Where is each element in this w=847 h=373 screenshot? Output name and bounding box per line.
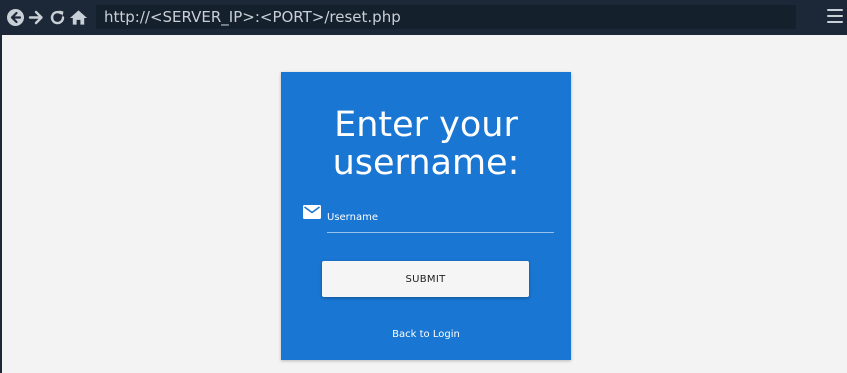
back-to-login-link[interactable]: Back to Login — [281, 329, 571, 340]
title-line-1: Enter your — [334, 105, 518, 145]
menu-icon[interactable] — [827, 9, 843, 25]
reset-card: Enter your username: Username SUBMIT Bac… — [281, 72, 571, 360]
back-icon[interactable] — [6, 8, 25, 27]
url-text: http://<SERVER_IP>:<PORT>/reset.php — [104, 8, 401, 26]
title-line-2: username: — [332, 143, 520, 183]
address-bar[interactable]: http://<SERVER_IP>:<PORT>/reset.php — [96, 5, 796, 29]
username-label: Username — [327, 212, 378, 223]
submit-button[interactable]: SUBMIT — [322, 261, 529, 297]
forward-icon[interactable] — [27, 8, 46, 27]
username-underline — [327, 232, 554, 233]
page-title: Enter your username: — [281, 106, 571, 182]
browser-toolbar: http://<SERVER_IP>:<PORT>/reset.php — [0, 0, 847, 35]
reload-icon[interactable] — [48, 8, 67, 27]
mail-icon — [303, 205, 321, 219]
home-icon[interactable] — [69, 8, 88, 27]
nav-buttons — [0, 8, 88, 27]
page-edge — [0, 35, 2, 373]
